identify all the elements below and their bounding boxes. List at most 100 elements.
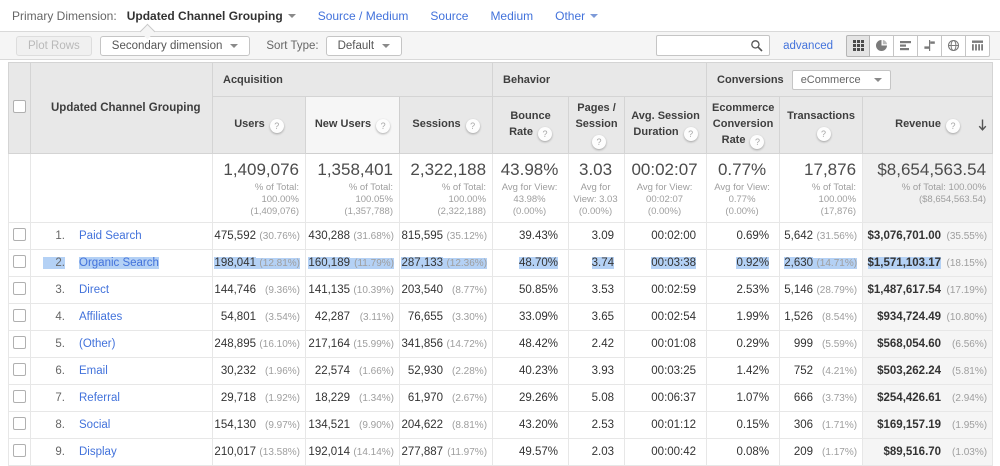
ecommerce-conversion-rate-cell: 0.15% — [706, 410, 781, 439]
term-cloud-icon — [947, 39, 960, 52]
channel-link[interactable]: Social — [79, 419, 110, 431]
pages-session-cell: 2.53 — [568, 410, 626, 439]
channel-link[interactable]: Direct — [79, 284, 109, 296]
bounce-rate-cell: 40.23% — [492, 356, 570, 385]
channel-link[interactable]: Email — [79, 365, 108, 377]
users-cell: 30,232 (1.96%) — [212, 356, 306, 385]
comparison-view-button[interactable] — [918, 34, 942, 57]
bounce-rate-cell: 48.42% — [492, 329, 570, 358]
pages-session-cell: 2.42 — [568, 329, 626, 358]
bounce-rate-cell: 50.85% — [492, 275, 570, 304]
row-number: 9. — [55, 445, 65, 458]
channel-link[interactable]: Display — [79, 446, 117, 458]
comparison-bars-icon — [924, 40, 935, 51]
column-header-new-users[interactable]: New Users — [305, 96, 400, 154]
primary-dimension-link-other[interactable]: Other — [555, 9, 599, 23]
data-table-view-button[interactable] — [846, 34, 870, 57]
help-icon[interactable] — [683, 126, 698, 141]
help-icon[interactable] — [465, 118, 480, 133]
primary-dimension-bar: Primary Dimension: Updated Channel Group… — [0, 0, 1000, 40]
term-cloud-view-button[interactable] — [942, 34, 966, 57]
transactions-cell: 209 (1.17%) — [779, 437, 864, 466]
search-input[interactable] — [657, 37, 744, 54]
row-number: 5. — [55, 337, 65, 350]
column-header-transactions[interactable]: Transactions — [779, 96, 864, 154]
help-icon[interactable] — [750, 134, 765, 149]
channel-cell: 1. Paid Search — [30, 221, 213, 250]
revenue-cell: $89,516.70 (1.03%) — [862, 437, 994, 466]
help-icon[interactable] — [816, 126, 831, 141]
channel-link[interactable]: (Other) — [79, 338, 115, 350]
revenue-cell: $568,054.60 (6.56%) — [862, 329, 994, 358]
ecommerce-conversion-rate-cell: 0.92% — [706, 248, 781, 277]
avg-session-duration-cell: 00:02:00 — [624, 221, 708, 250]
table-row: 6. Email 30,232 (1.96%) 22,574 (1.66%) 52,9… — [8, 356, 994, 385]
advanced-search-link[interactable]: advanced — [783, 40, 833, 52]
performance-view-button[interactable] — [894, 34, 918, 57]
row-checkbox[interactable] — [13, 227, 26, 241]
users-cell: 29,718 (1.92%) — [212, 383, 306, 412]
column-header-bounce-rate[interactable]: Bounce Rate — [492, 96, 570, 154]
column-header-ecommerce-conversion-rate[interactable]: Ecommerce Conversion Rate — [706, 96, 781, 154]
summary-avg-session-duration: 00:02:07 Avg for View: 00:02:07 (0.00%) — [624, 152, 708, 223]
sessions-cell: 204,622 (8.81%) — [398, 410, 494, 439]
group-header-conversions: Conversions eCommerce — [706, 62, 994, 97]
row-checkbox[interactable] — [13, 443, 26, 457]
column-header-sessions[interactable]: Sessions — [398, 96, 494, 154]
secondary-dimension-button[interactable]: Secondary dimension — [99, 35, 251, 56]
primary-dimension-link-medium[interactable]: Medium — [490, 9, 533, 23]
table-search-box — [656, 35, 771, 56]
select-all-checkbox[interactable] — [13, 99, 26, 113]
pages-session-cell: 3.53 — [568, 275, 626, 304]
plot-rows-button[interactable]: Plot Rows — [16, 35, 92, 56]
table-row: 9. Display 210,017 (13.58%) 192,014 (14.14%… — [8, 437, 994, 466]
bounce-rate-cell: 33.09% — [492, 302, 570, 331]
primary-dimension-link-source-medium[interactable]: Source / Medium — [318, 9, 409, 23]
help-icon[interactable] — [592, 134, 607, 149]
help-icon[interactable] — [376, 118, 391, 133]
transactions-cell: 752 (4.21%) — [779, 356, 864, 385]
row-checkbox[interactable] — [13, 308, 26, 322]
row-checkbox-cell — [8, 356, 31, 385]
dimension-column-header[interactable]: Updated Channel Grouping — [30, 62, 213, 154]
column-header-users[interactable]: Users — [212, 96, 306, 154]
channel-link[interactable]: Referral — [79, 392, 120, 404]
sessions-cell: 287,133 (12.36%) — [398, 248, 494, 277]
channel-cell: 3. Direct — [30, 275, 213, 304]
ecommerce-conversion-rate-cell: 1.07% — [706, 383, 781, 412]
summary-row: 1,409,076% of Total: 100.00% (1,409,076)… — [8, 152, 994, 223]
channel-link[interactable]: Affiliates — [79, 311, 122, 323]
column-header-avg-session-duration[interactable]: Avg. Session Duration — [624, 96, 708, 154]
channel-cell: 8. Social — [30, 410, 213, 439]
search-button[interactable] — [743, 36, 769, 55]
row-checkbox[interactable] — [13, 389, 26, 403]
channel-link[interactable]: Paid Search — [79, 230, 142, 242]
new-users-cell: 217,164 (15.99%) — [305, 329, 400, 358]
sort-type-select[interactable]: Default — [325, 35, 403, 56]
row-number: 1. — [55, 229, 65, 242]
conversions-goal-select[interactable]: eCommerce — [791, 69, 891, 90]
help-icon[interactable] — [945, 118, 960, 133]
row-checkbox[interactable] — [13, 416, 26, 430]
primary-dimension-link-source[interactable]: Source — [430, 9, 468, 23]
pages-session-cell: 3.09 — [568, 221, 626, 250]
pages-session-cell: 2.03 — [568, 437, 626, 466]
help-icon[interactable] — [537, 126, 552, 141]
primary-dimension-label: Primary Dimension: — [12, 8, 117, 23]
primary-dimension-selected[interactable]: Updated Channel Grouping — [127, 9, 296, 23]
percentage-view-button[interactable] — [870, 34, 894, 57]
column-header-pages-session[interactable]: Pages / Session — [568, 96, 626, 154]
row-checkbox[interactable] — [13, 254, 26, 268]
channel-link[interactable]: Organic Search — [79, 256, 159, 269]
users-cell: 198,041 (12.81%) — [212, 248, 306, 277]
grid-icon — [852, 40, 864, 51]
new-users-cell: 134,521 (9.90%) — [305, 410, 400, 439]
row-checkbox[interactable] — [13, 335, 26, 349]
row-checkbox[interactable] — [13, 281, 26, 295]
help-icon[interactable] — [269, 118, 284, 133]
bounce-rate-cell: 48.70% — [492, 248, 570, 277]
column-header-revenue[interactable]: Revenue — [862, 96, 994, 154]
table-body: 1. Paid Search 475,592 (30.76%) 430,288 (31… — [8, 221, 994, 466]
row-checkbox[interactable] — [13, 362, 26, 376]
pivot-view-button[interactable] — [966, 34, 990, 57]
